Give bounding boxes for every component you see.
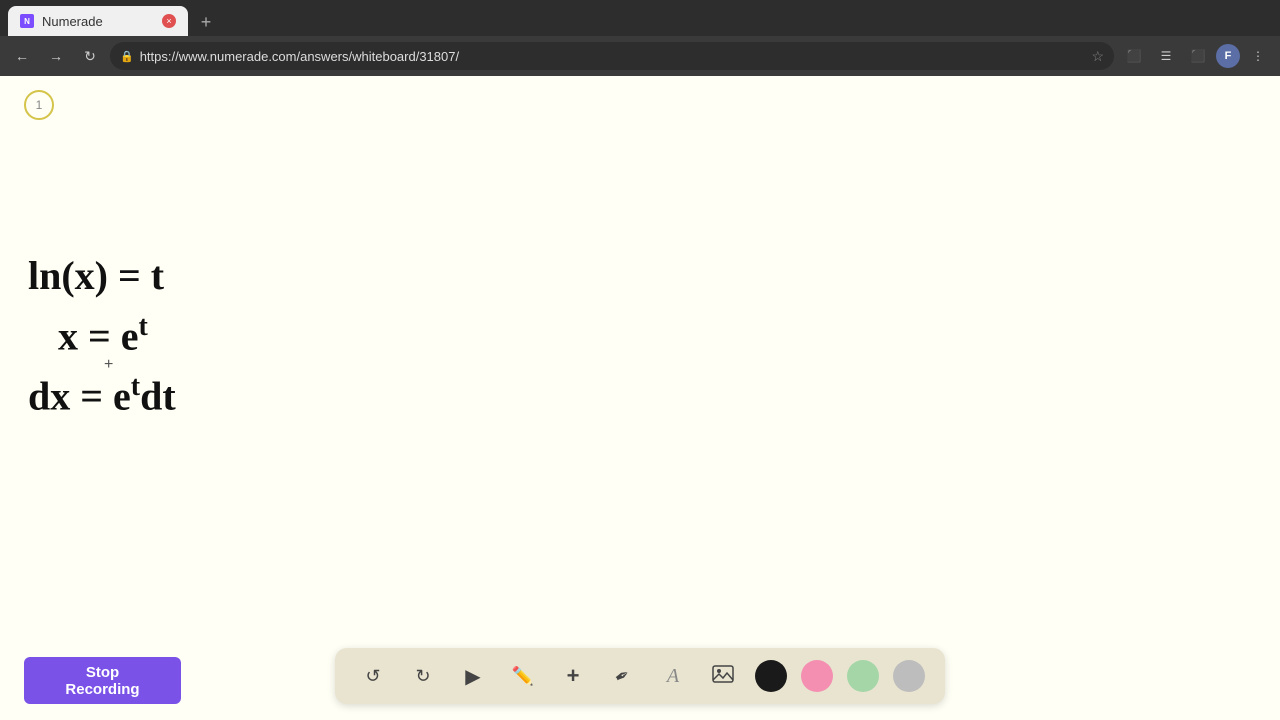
browser-chrome: N Numerade × + ← → ↻ 🔒 ☆ ⬛ ☰ ⬛ F ⋮ [0,0,1280,76]
cast-button[interactable]: ⬛ [1120,42,1148,70]
page-indicator: 1 [24,90,54,120]
color-gray-button[interactable] [893,660,925,692]
bookmark-star-icon[interactable]: ☆ [1091,48,1104,65]
color-pink-button[interactable] [801,660,833,692]
bookmarks-button[interactable]: ☰ [1152,42,1180,70]
math-content: ln(x) = t x = et dx = etdt [28,246,176,427]
select-tool-button[interactable]: ▶ [455,658,491,694]
whiteboard-canvas[interactable]: 1 ln(x) = t x = et dx = etdt Stop Record… [0,76,1280,720]
bottom-toolbar: ↺ ↻ ▶ ✏️ + ✒ A [335,648,945,704]
text-icon: A [667,665,679,688]
image-icon [712,663,734,690]
pen-tool-button[interactable]: ✏️ [505,658,541,694]
add-icon: + [567,663,580,689]
active-tab[interactable]: N Numerade × [8,6,188,36]
text-tool-button[interactable]: A [655,658,691,694]
user-avatar[interactable]: F [1216,44,1240,68]
url-input[interactable] [140,49,1086,64]
page-number: 1 [36,98,43,112]
bottom-toolbar-wrap: ↺ ↻ ▶ ✏️ + ✒ A [0,648,1280,704]
math-line-3: dx = etdt [28,366,176,426]
tab-favicon-icon: N [20,14,34,28]
cursor-position [104,356,113,374]
redo-button[interactable]: ↻ [405,658,441,694]
forward-button[interactable]: → [42,42,70,70]
nav-toolbar: ← → ↻ 🔒 ☆ ⬛ ☰ ⬛ F ⋮ [0,36,1280,76]
back-button[interactable]: ← [8,42,36,70]
tab-title: Numerade [42,14,150,29]
pen-icon: ✏️ [512,666,534,687]
undo-icon: ↺ [365,666,380,687]
select-icon: ▶ [465,664,480,689]
math-line-2: x = et [58,306,176,366]
tab-bar: N Numerade × + [0,0,1280,36]
refresh-button[interactable]: ↻ [76,42,104,70]
toolbar-right: ⬛ ☰ ⬛ F ⋮ [1120,42,1272,70]
eraser-tool-button[interactable]: ✒ [605,658,641,694]
extensions-button[interactable]: ⬛ [1184,42,1212,70]
lock-icon: 🔒 [120,50,134,63]
color-black-button[interactable] [755,660,787,692]
menu-button[interactable]: ⋮ [1244,42,1272,70]
math-line-1: ln(x) = t [28,246,176,306]
undo-button[interactable]: ↺ [355,658,391,694]
color-green-button[interactable] [847,660,879,692]
redo-icon: ↻ [415,666,430,687]
image-tool-button[interactable] [705,658,741,694]
new-tab-button[interactable]: + [192,8,220,36]
add-button[interactable]: + [555,658,591,694]
address-bar[interactable]: 🔒 ☆ [110,42,1114,70]
tab-close-button[interactable]: × [162,14,176,28]
eraser-icon: ✒ [611,663,635,689]
